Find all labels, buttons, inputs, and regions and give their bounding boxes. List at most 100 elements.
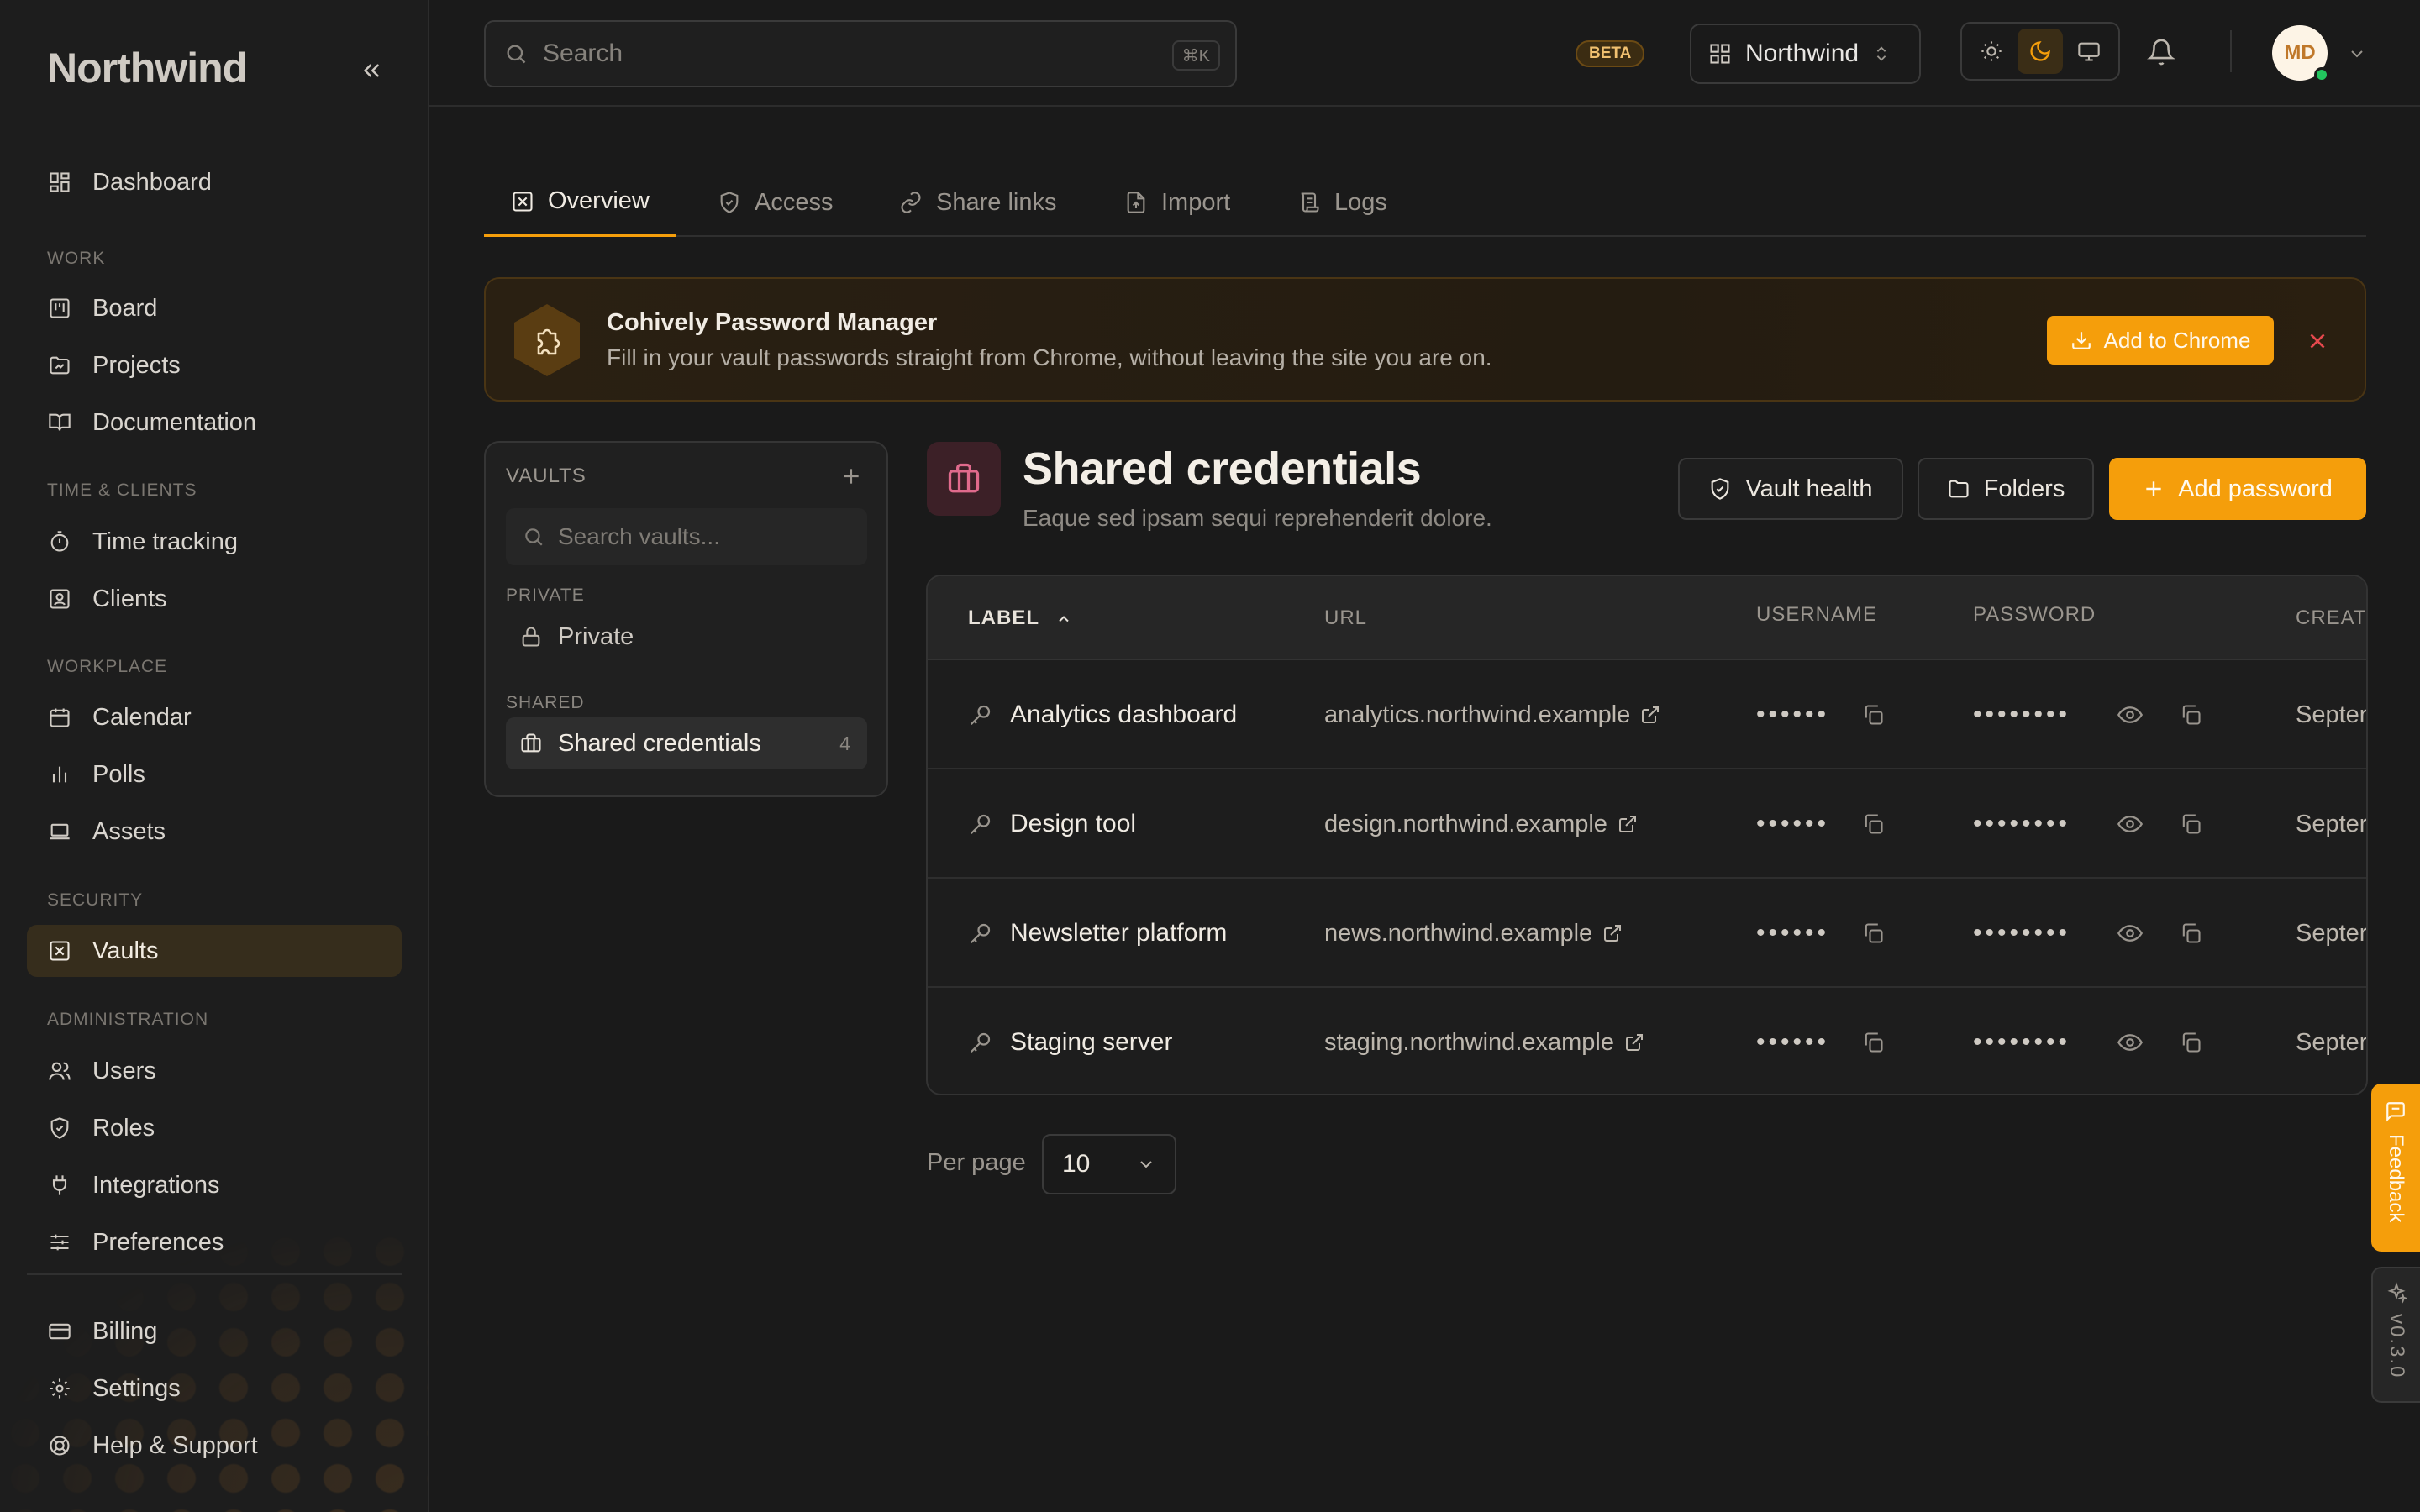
table-row[interactable]: Newsletter platform news.northwind.examp… <box>928 879 2366 988</box>
copy-username-button[interactable] <box>1859 810 1887 838</box>
sidebar-item-label: Assets <box>92 817 166 845</box>
reveal-password-button[interactable] <box>2116 701 2144 729</box>
sidebar-item-documentation[interactable]: Documentation <box>27 396 402 449</box>
credential-label-cell: Newsletter platform <box>968 879 1227 988</box>
copy-password-button[interactable] <box>2176 919 2205 948</box>
sidebar-item-preferences[interactable]: Preferences <box>27 1216 402 1268</box>
add-password-button[interactable]: Add password <box>2109 458 2366 520</box>
credential-label: Analytics dashboard <box>1010 701 1238 728</box>
column-header-url[interactable]: URL <box>1324 606 1367 630</box>
account-menu-button[interactable] <box>2345 42 2369 66</box>
column-header-password[interactable]: PASSWORD <box>1973 603 2096 627</box>
table-row[interactable]: Staging server staging.northwind.example… <box>928 988 2368 1094</box>
book-open-icon <box>47 410 72 435</box>
search-shortcut: ⌘K <box>1171 40 1220 71</box>
column-header-username[interactable]: USERNAME <box>1756 603 1877 627</box>
puzzle-icon <box>511 302 583 378</box>
password-mask: •••••••• <box>1973 1028 2071 1056</box>
sidebar-item-vaults[interactable]: Vaults <box>27 925 402 977</box>
sidebar-item-board[interactable]: Board <box>27 282 402 334</box>
vault-item-count: 4 <box>839 732 850 754</box>
credential-created: Septer <box>2296 1028 2368 1056</box>
section-label-workplace: WORKPLACE <box>47 657 168 676</box>
tab-label: Share links <box>936 188 1057 216</box>
close-icon <box>2310 333 2325 349</box>
theme-switcher <box>1960 22 2120 81</box>
tab-overview[interactable]: Overview <box>484 168 676 237</box>
sidebar-item-label: Roles <box>92 1114 155 1142</box>
sidebar-item-clients[interactable]: Clients <box>27 573 402 625</box>
theme-system-button[interactable] <box>2066 29 2112 74</box>
notifications-button[interactable] <box>2143 34 2180 71</box>
sidebar-item-billing[interactable]: Billing <box>27 1305 402 1357</box>
section-label-security: SECURITY <box>47 890 144 910</box>
vault-item-label: Private <box>558 622 634 650</box>
external-link-icon[interactable] <box>1640 705 1660 725</box>
tab-logs[interactable]: Logs <box>1270 168 1414 237</box>
shield-check-icon <box>47 1116 72 1141</box>
search-input[interactable]: Search ⌘K <box>484 20 1237 87</box>
vault-item-shared-credentials[interactable]: Shared credentials 4 <box>506 717 867 769</box>
theme-light-button[interactable] <box>1969 29 2014 74</box>
reveal-password-button[interactable] <box>2116 1028 2144 1057</box>
copy-icon <box>1865 923 1883 943</box>
close-banner-button[interactable] <box>2302 326 2333 356</box>
copy-icon <box>2182 814 2201 834</box>
credential-label: Newsletter platform <box>1010 919 1228 947</box>
sidebar-item-calendar[interactable]: Calendar <box>27 691 402 743</box>
tab-access[interactable]: Access <box>691 168 860 237</box>
column-header-created[interactable]: CREATE <box>2296 606 2366 630</box>
brand-logo: Northwind <box>47 45 248 92</box>
tab-import[interactable]: Import <box>1097 168 1257 237</box>
copy-password-button[interactable] <box>2176 810 2205 838</box>
copy-icon <box>1865 705 1883 725</box>
table-row[interactable]: Design tool design.northwind.example •••… <box>928 769 2366 879</box>
sidebar-item-integrations[interactable]: Integrations <box>27 1159 402 1211</box>
sidebar-item-label: Time tracking <box>92 528 238 555</box>
copy-password-button[interactable] <box>2176 701 2205 729</box>
sidebar-item-time-tracking[interactable]: Time tracking <box>27 516 402 568</box>
sidebar-item-help[interactable]: Help & Support <box>27 1420 402 1472</box>
external-link-icon[interactable] <box>1624 1032 1644 1053</box>
copy-username-button[interactable] <box>1859 919 1887 948</box>
sidebar-item-roles[interactable]: Roles <box>27 1102 402 1154</box>
version-tab[interactable]: v0.3.0 <box>2371 1267 2420 1403</box>
external-link-icon[interactable] <box>1602 923 1623 943</box>
external-link-icon[interactable] <box>1618 814 1638 834</box>
workspace-switcher[interactable]: Northwind <box>1690 24 1921 84</box>
per-page-value: 10 <box>1062 1150 1091 1178</box>
sidebar-item-assets[interactable]: Assets <box>27 806 402 858</box>
bar-chart-icon <box>47 762 72 787</box>
collapse-sidebar-button[interactable] <box>356 55 387 86</box>
add-vault-button[interactable] <box>836 461 866 491</box>
copy-password-button[interactable] <box>2176 1028 2205 1057</box>
theme-dark-button[interactable] <box>2018 29 2063 74</box>
password-mask: •••••••• <box>1973 810 2071 837</box>
copy-username-button[interactable] <box>1859 1028 1887 1057</box>
reveal-password-button[interactable] <box>2116 919 2144 948</box>
sidebar-item-projects[interactable]: Projects <box>27 339 402 391</box>
key-icon <box>968 811 993 837</box>
table-row[interactable]: Analytics dashboard analytics.northwind.… <box>928 660 2366 769</box>
tab-share-links[interactable]: Share links <box>872 168 1083 237</box>
sidebar-item-settings[interactable]: Settings <box>27 1362 402 1415</box>
sidebar-item-polls[interactable]: Polls <box>27 748 402 801</box>
feedback-tab[interactable]: Feedback <box>2371 1084 2420 1252</box>
column-header-label[interactable]: LABEL <box>968 606 1072 630</box>
vault-item-private[interactable]: Private <box>506 611 867 663</box>
copy-username-button[interactable] <box>1859 701 1887 729</box>
column-header-label-text: LABEL <box>968 606 1039 629</box>
vault-health-button[interactable]: Vault health <box>1678 458 1903 520</box>
per-page-select[interactable]: 10 <box>1042 1134 1176 1194</box>
folders-button[interactable]: Folders <box>1918 458 2094 520</box>
eye-icon <box>2118 925 2143 942</box>
sidebar-item-users[interactable]: Users <box>27 1045 402 1097</box>
search-placeholder: Search <box>543 39 623 67</box>
table-header: LABEL URL USERNAME PASSWORD CREATE <box>928 576 2366 660</box>
add-to-chrome-button[interactable]: Add to Chrome <box>2047 316 2274 365</box>
timer-icon <box>47 529 72 554</box>
reveal-password-button[interactable] <box>2116 810 2144 838</box>
sidebar-item-dashboard[interactable]: Dashboard <box>27 156 402 208</box>
vault-search-input[interactable]: Search vaults... <box>506 508 867 565</box>
credential-username-cell: •••••• <box>1756 879 1829 988</box>
